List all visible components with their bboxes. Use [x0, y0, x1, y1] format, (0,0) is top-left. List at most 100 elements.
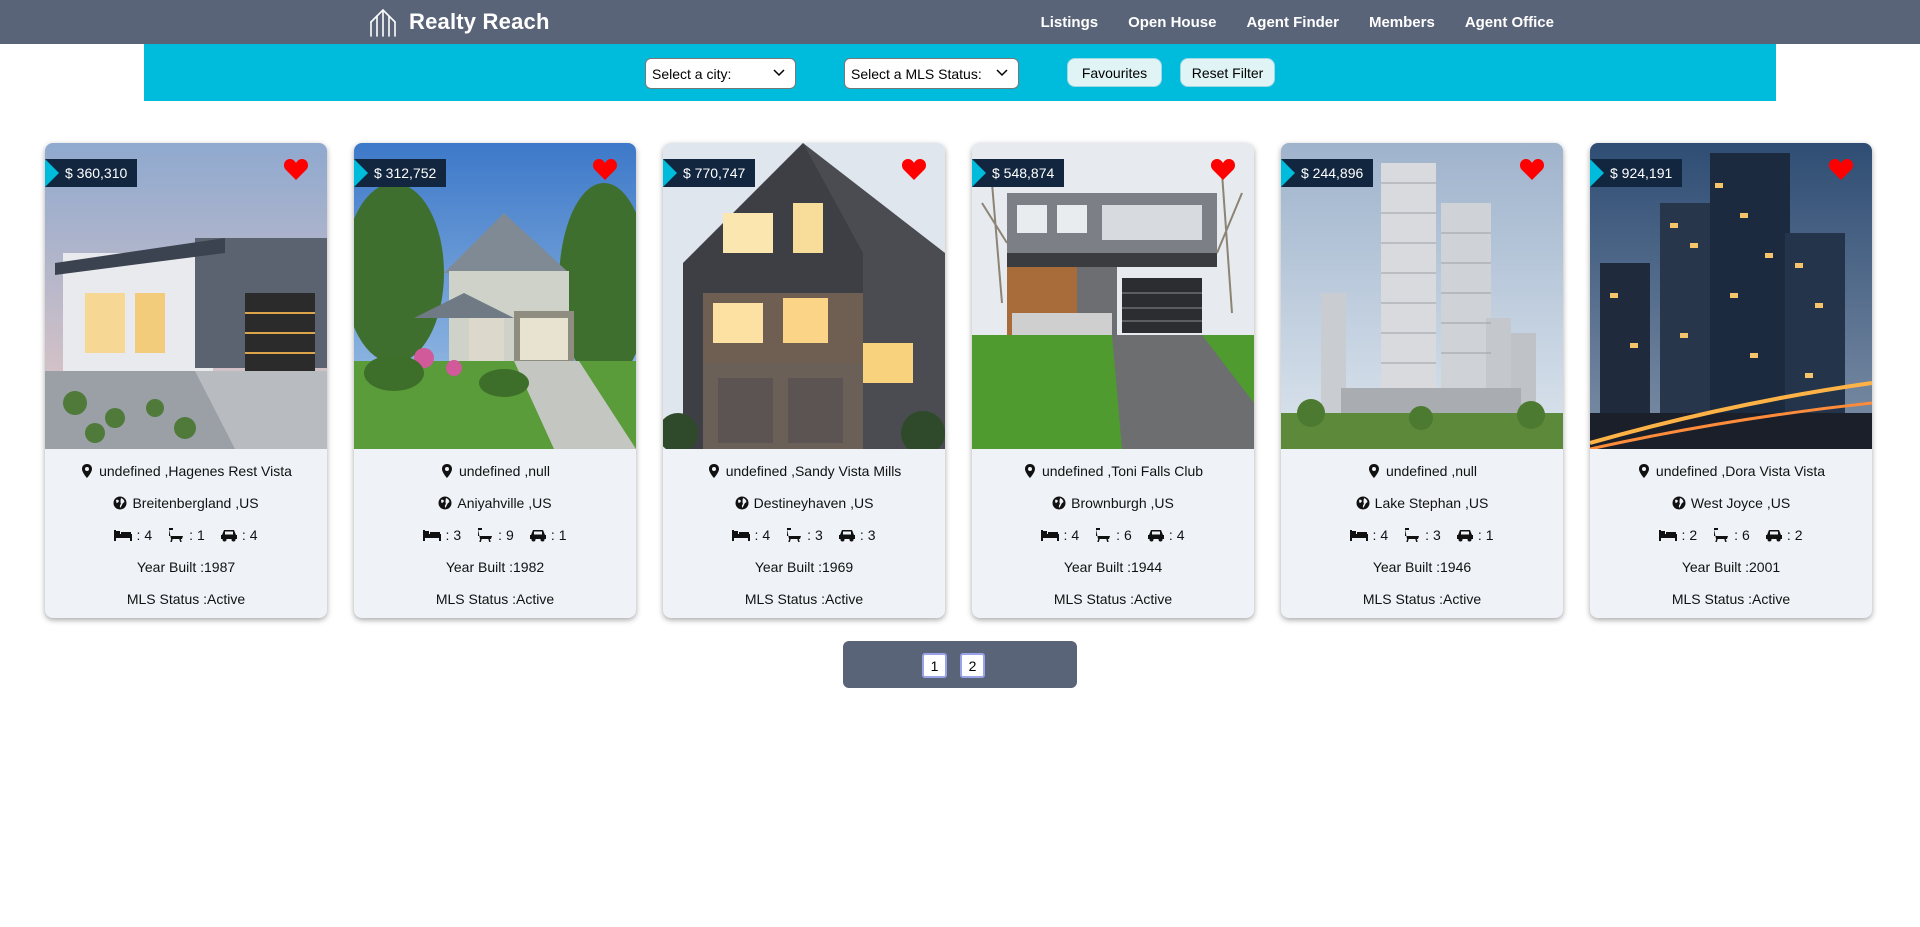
beds-count: 4 [144, 527, 153, 543]
baths-count: 6 [1124, 527, 1132, 543]
listing-card[interactable]: $ 548,874 undefined ,Toni Falls Club Bro… [972, 143, 1254, 618]
map-pin-icon [1368, 464, 1379, 478]
cars-count: 2 [1794, 527, 1803, 543]
car-icon [1456, 530, 1473, 542]
mls-status: MLS Status :Active [1362, 591, 1482, 607]
building-icon [370, 8, 396, 37]
favourite-heart-icon[interactable] [283, 157, 309, 181]
globe-icon [113, 496, 127, 510]
bath-icon [1405, 528, 1420, 542]
mls-status: MLS Status :Active [1671, 591, 1791, 607]
baths-count: 9 [506, 527, 514, 543]
year-built: Year Built :1969 [754, 559, 854, 575]
baths-count: 3 [815, 527, 823, 543]
city-select-label: Select a city: [652, 65, 732, 82]
mls-status-select[interactable]: Select a MLS Status: [844, 58, 1019, 89]
listing-photo: $ 924,191 [1590, 143, 1872, 449]
baths-count: 6 [1742, 527, 1750, 543]
baths-feature: :6 [1094, 527, 1132, 543]
nav-agent-office[interactable]: Agent Office [1465, 14, 1554, 31]
beds-feature: :4 [1041, 527, 1079, 543]
mls-status: MLS Status :Active [126, 591, 246, 607]
map-pin-icon [708, 464, 719, 478]
nav-listings[interactable]: Listings [1041, 14, 1099, 31]
top-navbar: Realty Reach Listings Open House Agent F… [0, 0, 1920, 44]
price: $ 770,747 [683, 165, 746, 181]
listing-info: undefined ,null Lake Stephan ,US :4 :3 :… [1281, 455, 1563, 615]
listing-info: undefined ,Sandy Vista Mills Destineyhav… [663, 455, 945, 615]
globe-icon [1356, 496, 1370, 510]
mls-status: MLS Status :Active [1053, 591, 1173, 607]
listing-card[interactable]: $ 244,896 undefined ,null Lake Stephan ,… [1281, 143, 1563, 618]
listing-photo: $ 548,874 [972, 143, 1254, 449]
price-tag: $ 770,747 [663, 159, 756, 187]
listing-city: Aniyahville ,US [457, 495, 552, 511]
beds-count: 4 [1071, 527, 1080, 543]
mls-status: MLS Status :Active [435, 591, 555, 607]
favourite-heart-icon[interactable] [1210, 157, 1236, 181]
listing-card[interactable]: $ 770,747 undefined ,Sandy Vista Mills D… [663, 143, 945, 618]
mls-status: MLS Status :Active [744, 591, 864, 607]
favourite-heart-icon[interactable] [592, 157, 618, 181]
listing-info: undefined ,Dora Vista Vista West Joyce ,… [1590, 455, 1872, 615]
price: $ 924,191 [1610, 165, 1673, 181]
price: $ 360,310 [65, 165, 128, 181]
beds-count: 3 [453, 527, 462, 543]
city-select[interactable]: Select a city: [645, 58, 796, 89]
bed-icon [1350, 530, 1369, 541]
listing-city: Destineyhaven ,US [753, 495, 874, 511]
brand[interactable]: Realty Reach [367, 6, 550, 38]
listing-info: undefined ,Toni Falls Club Brownburgh ,U… [972, 455, 1254, 615]
page-button-1[interactable]: 1 [922, 653, 947, 678]
cars-feature: :1 [529, 527, 567, 543]
reset-filter-button[interactable]: Reset Filter [1180, 58, 1275, 87]
listing-address: undefined ,null [1385, 463, 1478, 479]
baths-count: 1 [197, 527, 205, 543]
nav-agent-finder[interactable]: Agent Finder [1246, 14, 1339, 31]
cars-count: 4 [249, 527, 258, 543]
listing-photo: $ 770,747 [663, 143, 945, 449]
cars-count: 4 [1176, 527, 1185, 543]
baths-feature: :1 [167, 527, 205, 543]
nav-open-house[interactable]: Open House [1128, 14, 1216, 31]
listing-grid: $ 360,310 undefined ,Hagenes Rest Vista … [45, 143, 1872, 618]
year-built: Year Built :2001 [1681, 559, 1781, 575]
price: $ 312,752 [374, 165, 437, 181]
nav-members[interactable]: Members [1369, 14, 1435, 31]
cars-count: 1 [1485, 527, 1494, 543]
favourite-heart-icon[interactable] [1828, 157, 1854, 181]
globe-icon [1672, 496, 1686, 510]
listing-city: Breitenbergland ,US [132, 495, 259, 511]
map-pin-icon [1024, 464, 1035, 478]
price-tag: $ 244,896 [1281, 159, 1374, 187]
bath-icon [1096, 528, 1111, 542]
price-tag: $ 312,752 [354, 159, 447, 187]
listing-card[interactable]: $ 360,310 undefined ,Hagenes Rest Vista … [45, 143, 327, 618]
bed-icon [114, 530, 133, 541]
year-built: Year Built :1982 [445, 559, 545, 575]
listing-card[interactable]: $ 924,191 undefined ,Dora Vista Vista We… [1590, 143, 1872, 618]
year-built: Year Built :1944 [1063, 559, 1163, 575]
map-pin-icon [1638, 464, 1649, 478]
year-built: Year Built :1987 [136, 559, 236, 575]
baths-feature: :6 [1712, 527, 1750, 543]
beds-count: 4 [762, 527, 771, 543]
price: $ 548,874 [992, 165, 1055, 181]
cars-feature: :4 [1147, 527, 1185, 543]
baths-feature: :3 [785, 527, 823, 543]
favourite-heart-icon[interactable] [901, 157, 927, 181]
listing-card[interactable]: $ 312,752 undefined ,null Aniyahville ,U… [354, 143, 636, 618]
mls-status-select-label: Select a MLS Status: [851, 65, 982, 82]
bed-icon [1659, 530, 1678, 541]
globe-icon [1052, 496, 1066, 510]
listing-info: undefined ,Hagenes Rest Vista Breitenber… [45, 455, 327, 615]
favourites-button[interactable]: Favourites [1067, 58, 1162, 87]
beds-feature: :4 [732, 527, 770, 543]
baths-count: 3 [1433, 527, 1441, 543]
main-nav: Listings Open House Agent Finder Members… [1041, 0, 1554, 44]
favourite-heart-icon[interactable] [1519, 157, 1545, 181]
listing-city: Lake Stephan ,US [1374, 495, 1489, 511]
listing-address: undefined ,Toni Falls Club [1041, 463, 1204, 479]
baths-feature: :9 [476, 527, 514, 543]
page-button-2[interactable]: 2 [960, 653, 985, 678]
